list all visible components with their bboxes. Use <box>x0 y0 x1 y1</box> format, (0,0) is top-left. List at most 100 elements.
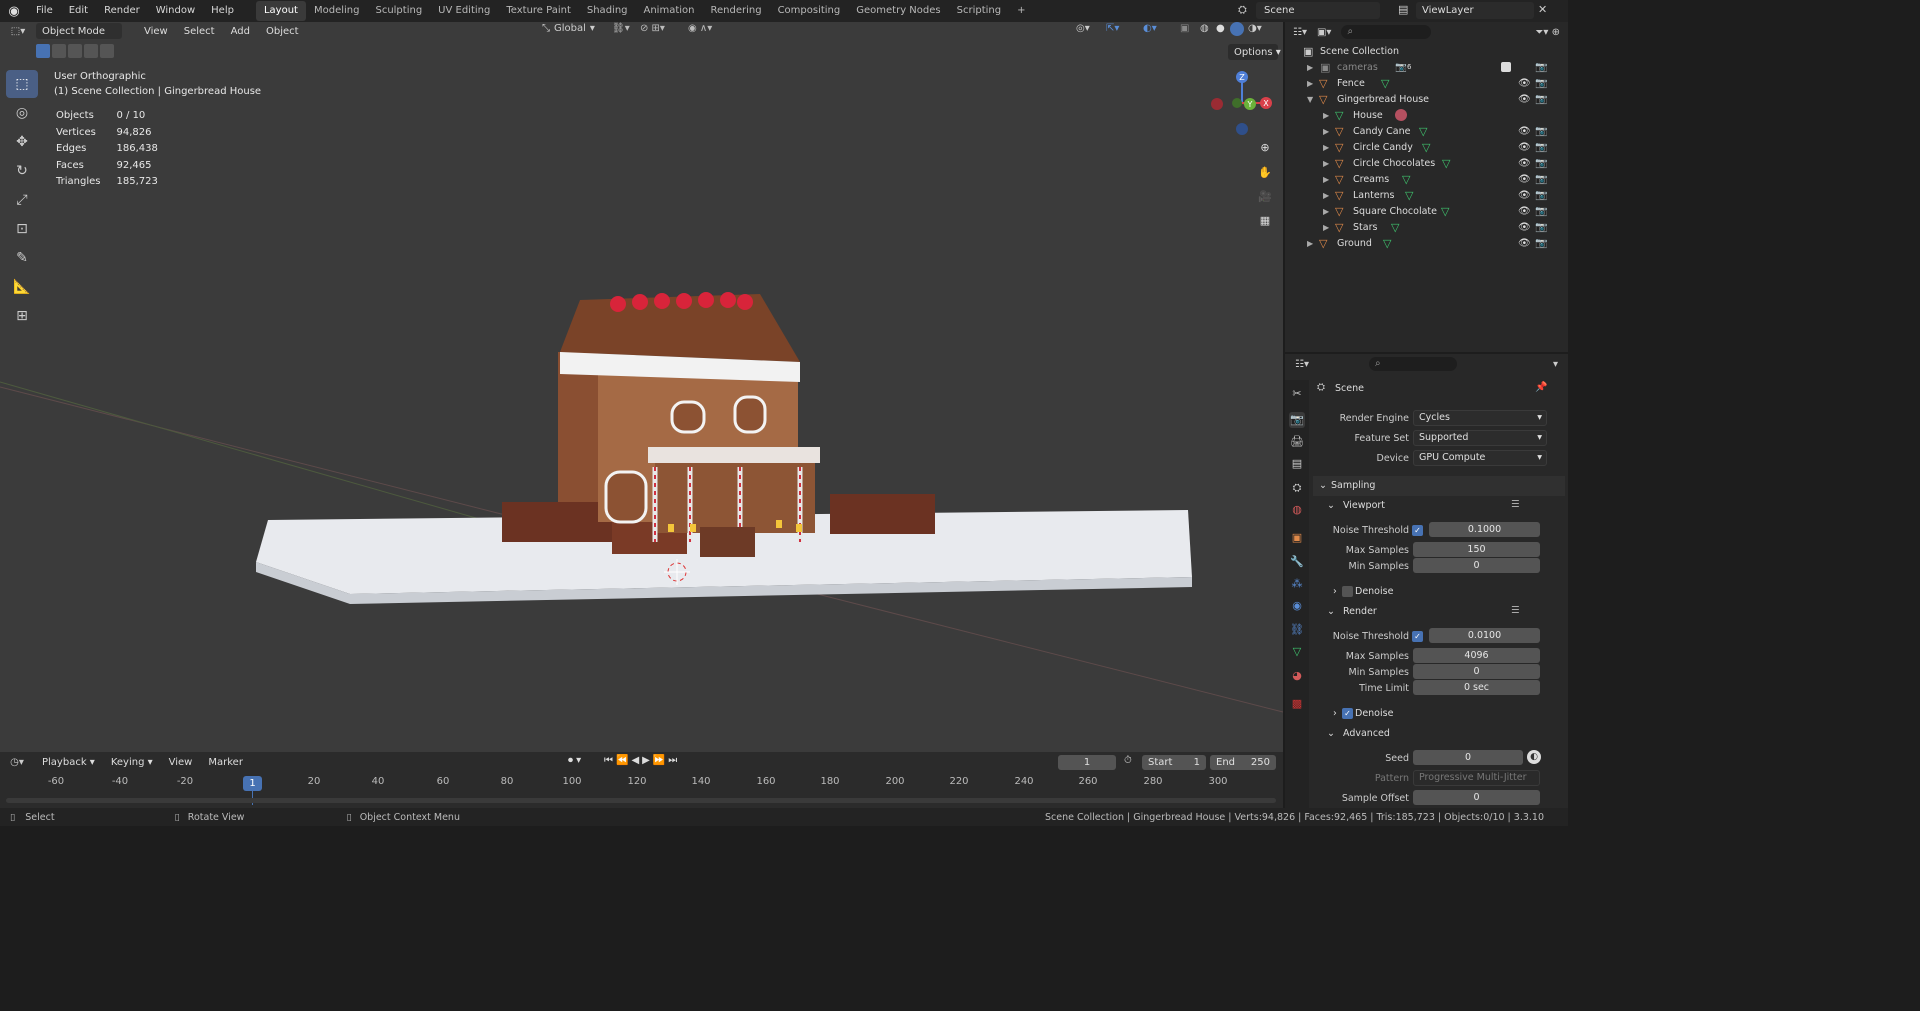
expand-arrow-icon[interactable]: ▶ <box>1323 207 1329 216</box>
clock-icon[interactable]: ⏱ <box>1124 755 1132 766</box>
overlay-toggle-icon[interactable]: ◐▾ <box>1143 23 1157 34</box>
exclude-checkbox[interactable] <box>1501 62 1511 72</box>
camera-view-icon[interactable]: 🎥 <box>1255 186 1275 206</box>
tab-scripting[interactable]: Scripting <box>949 1 1009 21</box>
list-icon[interactable]: ☰ <box>1511 605 1520 616</box>
time-limit-field[interactable]: 0 sec <box>1413 680 1540 695</box>
tool-tab-icon[interactable]: ✂ <box>1289 386 1305 402</box>
expand-arrow-icon[interactable]: ▶ <box>1323 159 1329 168</box>
menu-render[interactable]: Render <box>96 0 148 22</box>
render-max-samples-field[interactable]: 4096 <box>1413 648 1540 663</box>
viewport-subpanel-title[interactable]: Viewport <box>1343 500 1385 511</box>
viewport-menu-view[interactable]: View <box>136 26 176 37</box>
mode-selector[interactable]: Object Mode <box>36 23 122 39</box>
expand-arrow-icon[interactable]: ▶ <box>1323 127 1329 136</box>
expand-arrow-icon[interactable]: ▶ <box>1323 143 1329 152</box>
material-tab-icon[interactable]: ◕ <box>1289 668 1305 684</box>
render-denoise-checkbox[interactable]: ✓ <box>1342 708 1353 719</box>
output-tab-icon[interactable]: 🖨 <box>1289 434 1305 450</box>
outliner-item[interactable]: ▶ ▣ cameras 📷 6 📷 <box>1285 59 1568 75</box>
collapse-arrow-icon[interactable]: ▼ <box>1307 95 1313 104</box>
editor-type-icon[interactable]: ⬚▾ <box>0 26 36 37</box>
outliner-item[interactable]: ▶ ▽ Ground ▽ 👁 📷 <box>1285 235 1568 251</box>
select-box-icon[interactable]: ⬚ <box>6 70 38 98</box>
visibility-eye-icon[interactable]: 👁 <box>1518 158 1531 169</box>
visibility-eye-icon[interactable]: 👁 <box>1518 142 1531 153</box>
shading-wireframe-icon[interactable]: ◍ <box>1200 23 1209 34</box>
render-camera-icon[interactable]: 📷 <box>1535 142 1547 153</box>
select-new-icon[interactable] <box>36 44 50 58</box>
viewport-menu-add[interactable]: Add <box>223 26 258 37</box>
outliner-item[interactable]: ▶ ▽ Square Chocolate ▽ 👁 📷 <box>1285 203 1568 219</box>
outliner-item[interactable]: ▶ ▽ Stars ▽ 👁 📷 <box>1285 219 1568 235</box>
render-camera-icon[interactable]: 📷 <box>1535 62 1547 73</box>
outliner-item[interactable]: ▶ ▽ Circle Chocolates ▽ 👁 📷 <box>1285 155 1568 171</box>
render-camera-icon[interactable]: 📷 <box>1535 222 1547 233</box>
pivot-icon[interactable]: ⛓▾ <box>612 23 630 34</box>
pin-icon[interactable]: 📌 <box>1535 382 1547 393</box>
visibility-eye-icon[interactable]: 👁 <box>1518 78 1531 89</box>
outliner-item[interactable]: ▶ ▽ Creams ▽ 👁 📷 <box>1285 171 1568 187</box>
add-workspace-button[interactable]: + <box>1009 1 1033 21</box>
render-camera-icon[interactable]: 📷 <box>1535 78 1547 89</box>
view-layer-selector[interactable]: ViewLayer <box>1416 2 1534 19</box>
expand-arrow-icon[interactable]: ▶ <box>1323 191 1329 200</box>
render-camera-icon[interactable]: 📷 <box>1535 158 1547 169</box>
pattern-dropdown[interactable]: Progressive Multi-Jitter <box>1413 770 1540 786</box>
filter-icon[interactable]: ⏷▾ ⊕ <box>1535 27 1560 38</box>
world-tab-icon[interactable]: ◍ <box>1289 502 1305 518</box>
select-difference-icon[interactable] <box>84 44 98 58</box>
physics-tab-icon[interactable]: ◉ <box>1289 598 1305 614</box>
xray-icon[interactable]: ▣ <box>1180 23 1189 34</box>
device-dropdown[interactable]: GPU Compute ▾ <box>1413 450 1547 466</box>
texture-tab-icon[interactable]: ▩ <box>1289 696 1305 712</box>
outliner-editor-icon[interactable]: ☷▾ <box>1293 27 1307 38</box>
properties-editor-icon[interactable]: ☷▾ <box>1295 359 1309 370</box>
shading-rendered-icon[interactable]: ◑▾ <box>1248 23 1262 34</box>
expand-arrow-icon[interactable]: ▶ <box>1307 79 1313 88</box>
timeline-menu-keying[interactable]: Keying ▾ <box>103 757 161 768</box>
end-frame-field[interactable]: End 250 <box>1210 755 1276 770</box>
object-tab-icon[interactable]: ▣ <box>1289 530 1305 546</box>
viewport-menu-select[interactable]: Select <box>176 26 223 37</box>
tab-animation[interactable]: Animation <box>636 1 703 21</box>
viewport-denoise-checkbox[interactable] <box>1342 586 1353 597</box>
viewport-max-samples-field[interactable]: 150 <box>1413 542 1540 557</box>
blender-logo-icon[interactable]: ◉ <box>0 0 28 22</box>
scene-selector[interactable]: Scene <box>1256 2 1380 19</box>
scene-tab-icon[interactable]: ⛭ <box>1289 480 1305 496</box>
render-camera-icon[interactable]: 📷 <box>1535 174 1547 185</box>
render-camera-icon[interactable]: 📷 <box>1535 238 1547 249</box>
tab-modeling[interactable]: Modeling <box>306 1 368 21</box>
render-noise-threshold-checkbox[interactable]: ✓ <box>1412 631 1423 642</box>
timeline-ruler[interactable]: -60 -40 -20 1 20 40 60 80 100 120 140 16… <box>0 774 1283 805</box>
gizmo-toggle-icon[interactable]: ⇱▾ <box>1106 23 1119 34</box>
timeline-menu-playback[interactable]: Playback ▾ <box>34 757 103 768</box>
render-camera-icon[interactable]: 📷 <box>1535 206 1547 217</box>
playback-controls[interactable]: ⏮⏪◀▶⏩⏭ <box>604 755 680 766</box>
outliner-item[interactable]: ▶ ▽ Fence ▽ 👁 📷 <box>1285 75 1568 91</box>
sample-offset-field[interactable]: 0 <box>1413 790 1540 805</box>
outliner-item[interactable]: ▶ ▽ House <box>1285 107 1568 123</box>
feature-set-dropdown[interactable]: Supported ▾ <box>1413 430 1547 446</box>
record-icon[interactable]: ⏺ ▾ <box>568 755 581 766</box>
transform-orientation[interactable]: ⤡ Global ▾ <box>542 23 595 34</box>
options-dropdown[interactable]: Options ▾ <box>1228 44 1281 60</box>
ortho-grid-icon[interactable]: ▦ <box>1255 210 1275 230</box>
tab-compositing[interactable]: Compositing <box>770 1 849 21</box>
outliner-item[interactable]: ▶ ▽ Lanterns ▽ 👁 📷 <box>1285 187 1568 203</box>
tab-texture-paint[interactable]: Texture Paint <box>498 1 579 21</box>
visibility-eye-icon[interactable]: 👁 <box>1518 238 1531 249</box>
shading-material-icon[interactable] <box>1230 22 1244 36</box>
menu-window[interactable]: Window <box>148 0 203 22</box>
tab-sculpting[interactable]: Sculpting <box>367 1 430 21</box>
seed-field[interactable]: 0 <box>1413 750 1523 765</box>
viewport-menu-object[interactable]: Object <box>258 26 307 37</box>
proportional-edit-icon[interactable]: ◉ ∧▾ <box>688 23 712 34</box>
modifier-tab-icon[interactable]: 🔧 <box>1289 554 1305 570</box>
zoom-icon[interactable]: ⊕ <box>1255 137 1275 157</box>
rotate-tool-icon[interactable]: ↻ <box>6 157 38 185</box>
data-tab-icon[interactable]: ▽ <box>1289 644 1305 660</box>
expand-arrow-icon[interactable]: ▶ <box>1307 63 1313 72</box>
render-subpanel-title[interactable]: Render <box>1343 606 1377 617</box>
